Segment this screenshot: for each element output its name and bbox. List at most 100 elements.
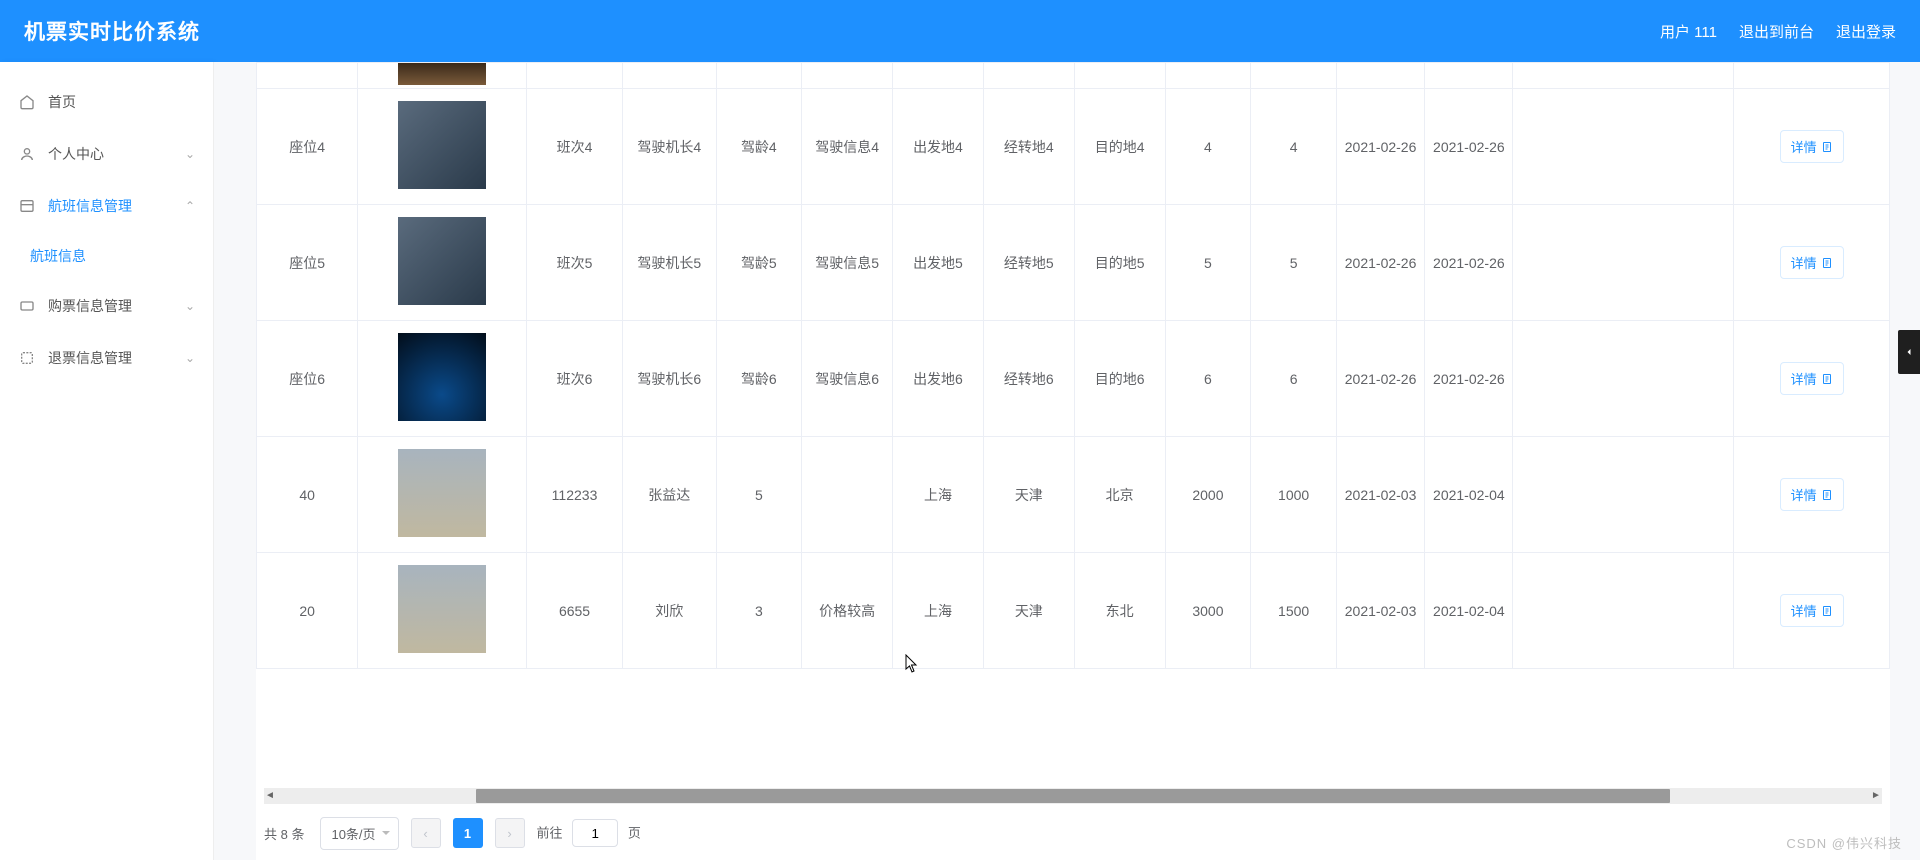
- cell-flight: 班次5: [527, 205, 623, 321]
- cell-num2: 6: [1251, 321, 1337, 437]
- cell-info: 驾驶信息6: [802, 321, 893, 437]
- ticket-icon: [18, 297, 36, 315]
- thumbnail-image: [398, 333, 486, 421]
- app-logo: 机票实时比价系统: [24, 16, 200, 46]
- cell-via: 经转地5: [983, 205, 1074, 321]
- main-content: 座位4班次4驾驶机长4驾龄4驾驶信息4出发地4经转地4目的地4442021-02…: [214, 62, 1920, 860]
- pagination-total: 共 8 条: [264, 824, 304, 843]
- cell-num2: 5: [1251, 205, 1337, 321]
- cell-flight: 班次6: [527, 321, 623, 437]
- document-icon: [1821, 257, 1833, 269]
- prev-page-button[interactable]: ‹: [411, 818, 441, 848]
- cell-num1: 2000: [1165, 437, 1251, 553]
- next-page-button[interactable]: ›: [495, 818, 525, 848]
- cell-pilot: 驾驶机长4: [623, 89, 716, 205]
- chevron-down-icon: ⌄: [185, 147, 195, 161]
- list-icon: [18, 197, 36, 215]
- cell-blank: [1513, 437, 1734, 553]
- cell-num2: 4: [1251, 89, 1337, 205]
- detail-button[interactable]: 详情: [1780, 362, 1844, 395]
- table-scroll-container[interactable]: 座位4班次4驾驶机长4驾龄4驾驶信息4出发地4经转地4目的地4442021-02…: [256, 62, 1890, 790]
- cell-experience: 3: [716, 553, 802, 669]
- document-icon: [1821, 489, 1833, 501]
- cell-seat: 座位6: [257, 321, 358, 437]
- sidebar: 首页 个人中心 ⌄ 航班信息管理 ⌃ 航班信息 购票信息管理 ⌄: [0, 62, 214, 860]
- page-size-select[interactable]: 10条/页: [320, 817, 398, 850]
- sidebar-item-flight-mgmt[interactable]: 航班信息管理 ⌃: [0, 180, 213, 232]
- cell-num1: 5: [1165, 205, 1251, 321]
- cell-via: 经转地4: [983, 89, 1074, 205]
- cell-blank: [1513, 205, 1734, 321]
- cell-date1: 2021-02-03: [1336, 553, 1424, 669]
- cell-pilot: 张益达: [623, 437, 716, 553]
- exit-to-front-link[interactable]: 退出到前台: [1739, 21, 1814, 42]
- table-row: 座位5班次5驾驶机长5驾龄5驾驶信息5出发地5经转地5目的地5552021-02…: [257, 205, 1890, 321]
- document-icon: [1821, 141, 1833, 153]
- cell-pilot: 驾驶机长6: [623, 321, 716, 437]
- cell-date2: 2021-02-04: [1425, 553, 1513, 669]
- cell-seat: 座位4: [257, 89, 358, 205]
- table-row: [257, 63, 1890, 89]
- cell-blank: [1513, 553, 1734, 669]
- user-label[interactable]: 用户 111: [1660, 21, 1717, 42]
- cell-experience: 驾龄5: [716, 205, 802, 321]
- sidebar-item-personal[interactable]: 个人中心 ⌄: [0, 128, 213, 180]
- goto-prefix: 前往: [537, 826, 563, 841]
- chevron-down-icon: ⌄: [185, 299, 195, 313]
- document-icon: [1821, 605, 1833, 617]
- detail-button-label: 详情: [1791, 137, 1817, 156]
- current-page[interactable]: 1: [453, 818, 483, 848]
- cell-date1: 2021-02-26: [1336, 205, 1424, 321]
- scrollbar-thumb[interactable]: [476, 789, 1670, 803]
- cell-departure: 上海: [893, 553, 984, 669]
- cell-flight: 班次4: [527, 89, 623, 205]
- table-row: 座位4班次4驾驶机长4驾龄4驾驶信息4出发地4经转地4目的地4442021-02…: [257, 89, 1890, 205]
- right-side-collapse-handle[interactable]: [1898, 330, 1920, 374]
- cell-departure: 出发地5: [893, 205, 984, 321]
- horizontal-scrollbar[interactable]: ◄ ►: [264, 788, 1882, 804]
- goto-page: 前往 页: [537, 819, 641, 847]
- cell-via: 天津: [983, 437, 1074, 553]
- cell-seat: 40: [257, 437, 358, 553]
- cell-destination: 目的地6: [1074, 321, 1165, 437]
- thumbnail-image: [398, 565, 486, 653]
- detail-button[interactable]: 详情: [1780, 594, 1844, 627]
- goto-suffix: 页: [628, 826, 641, 841]
- scroll-left-arrow-icon[interactable]: ◄: [264, 790, 276, 802]
- cell-via: 天津: [983, 553, 1074, 669]
- detail-button[interactable]: 详情: [1780, 246, 1844, 279]
- sidebar-item-home[interactable]: 首页: [0, 76, 213, 128]
- cell-info: 驾驶信息4: [802, 89, 893, 205]
- top-header: 机票实时比价系统 用户 111 退出到前台 退出登录: [0, 0, 1920, 62]
- cell-flight: 6655: [527, 553, 623, 669]
- goto-page-input[interactable]: [572, 819, 618, 847]
- cell-date2: 2021-02-04: [1425, 437, 1513, 553]
- cell-info: 驾驶信息5: [802, 205, 893, 321]
- cell-pilot: 驾驶机长5: [623, 205, 716, 321]
- cell-num2: 1000: [1251, 437, 1337, 553]
- cell-num2: 1500: [1251, 553, 1337, 669]
- cell-via: 经转地6: [983, 321, 1074, 437]
- table-row: 座位6班次6驾驶机长6驾龄6驾驶信息6出发地6经转地6目的地6662021-02…: [257, 321, 1890, 437]
- cell-blank: [1513, 321, 1734, 437]
- sidebar-subitem-flight-info[interactable]: 航班信息: [0, 232, 213, 280]
- cell-date2: 2021-02-26: [1425, 205, 1513, 321]
- thumbnail-image: [398, 63, 486, 85]
- detail-button[interactable]: 详情: [1780, 130, 1844, 163]
- flight-data-table: 座位4班次4驾驶机长4驾龄4驾驶信息4出发地4经转地4目的地4442021-02…: [256, 62, 1890, 669]
- cell-date2: 2021-02-26: [1425, 321, 1513, 437]
- detail-button-label: 详情: [1791, 369, 1817, 388]
- cell-experience: 驾龄6: [716, 321, 802, 437]
- chevron-down-icon: ⌄: [185, 351, 195, 365]
- refund-icon: [18, 349, 36, 367]
- document-icon: [1821, 373, 1833, 385]
- logout-link[interactable]: 退出登录: [1836, 21, 1896, 42]
- table-row: 206655刘欣3价格较高上海天津东北300015002021-02-03202…: [257, 553, 1890, 669]
- scroll-right-arrow-icon[interactable]: ►: [1870, 790, 1882, 802]
- cell-destination: 目的地5: [1074, 205, 1165, 321]
- detail-button[interactable]: 详情: [1780, 478, 1844, 511]
- cell-departure: 上海: [893, 437, 984, 553]
- pagination: 共 8 条 10条/页 ‹ 1 › 前往 页: [264, 810, 1882, 850]
- sidebar-item-refund-mgmt[interactable]: 退票信息管理 ⌄: [0, 332, 213, 384]
- sidebar-item-ticket-mgmt[interactable]: 购票信息管理 ⌄: [0, 280, 213, 332]
